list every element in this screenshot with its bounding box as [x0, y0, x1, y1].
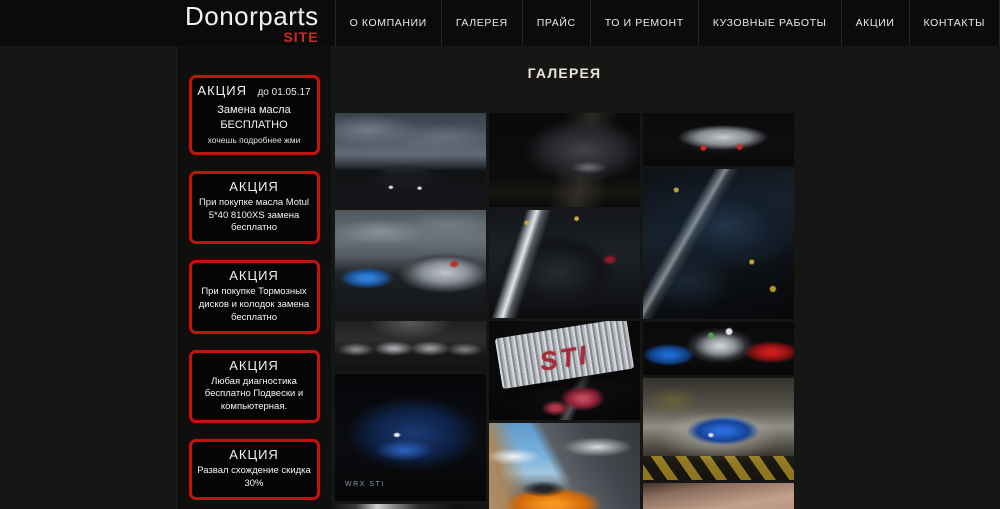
gallery-image-black-subaru-sky[interactable]: [335, 113, 486, 207]
nav-item-contacts[interactable]: КОНТАКТЫ: [909, 0, 1000, 46]
promo-head: АКЦИЯ: [195, 447, 314, 462]
gallery-image-silver-red-wheels[interactable]: [643, 113, 794, 166]
gallery-column-1: WRX STI: [335, 113, 486, 509]
gallery-image-warm-toned[interactable]: [643, 483, 794, 509]
sidebar: АКЦИЯ до 01.05.17 Замена масла БЕСПЛАТНО…: [176, 46, 331, 509]
promo-card-alignment[interactable]: АКЦИЯ Развал схождение скидка 30%: [189, 439, 320, 500]
promo-title: АКЦИЯ: [229, 268, 279, 283]
nav-item-about[interactable]: О КОМПАНИИ: [335, 0, 441, 46]
promo-text: Развал схождение скидка 30%: [195, 465, 314, 491]
header-spacer: [0, 0, 185, 46]
brand-name: Donorparts: [185, 3, 319, 29]
site-logo[interactable]: Donorparts SITE: [185, 0, 328, 46]
promo-card-brakes[interactable]: АКЦИЯ При покупке Тормозных дисков и кол…: [189, 260, 320, 333]
promo-text: Любая диагностика бесплатно Подвески и к…: [195, 376, 314, 414]
gallery-image-engine-strut[interactable]: [489, 210, 640, 318]
promo-title: АКЦИЯ: [229, 179, 279, 194]
page: Donorparts SITE О КОМПАНИИ ГАЛЕРЕЯ ПРАЙС…: [0, 0, 1000, 509]
gallery-image-cars-collision[interactable]: [643, 322, 794, 375]
page-title: ГАЛЕРЕЯ: [335, 65, 794, 81]
promo-title: АКЦИЯ: [229, 358, 279, 373]
main-nav: О КОМПАНИИ ГАЛЕРЕЯ ПРАЙС ТО И РЕМОНТ КУЗ…: [335, 0, 1000, 46]
nav-item-promotions[interactable]: АКЦИИ: [841, 0, 909, 46]
promo-cta: хочешь подробнее жми: [195, 135, 314, 146]
header: Donorparts SITE О КОМПАНИИ ГАЛЕРЕЯ ПРАЙС…: [0, 0, 1000, 46]
promo-title: АКЦИЯ: [197, 83, 247, 98]
promo-text: Замена масла БЕСПЛАТНО: [195, 103, 314, 133]
promo-head: АКЦИЯ до 01.05.17: [195, 83, 314, 100]
nav-item-bodywork[interactable]: КУЗОВНЫЕ РАБОТЫ: [698, 0, 841, 46]
main-content: ГАЛЕРЕЯ WRX STI STI: [332, 46, 1000, 509]
brand-subtitle: SITE: [283, 30, 318, 44]
gallery-image-blue-rally-subaru[interactable]: [643, 378, 794, 480]
promo-text: При покупке Тормозных дисков и колодок з…: [195, 286, 314, 324]
gallery-image-car-lineup[interactable]: [335, 321, 486, 371]
gallery-image-orange-car[interactable]: [489, 423, 640, 509]
gallery-image-blue-wrx-front[interactable]: WRX STI: [335, 374, 486, 501]
promo-head: АКЦИЯ: [195, 179, 314, 194]
promo-card-diagnostics[interactable]: АКЦИЯ Любая диагностика бесплатно Подвес…: [189, 350, 320, 423]
promo-title: АКЦИЯ: [229, 447, 279, 462]
promo-text: При покупке масла Motul 5*40 8100XS заме…: [195, 197, 314, 235]
wrx-sti-lettering: WRX STI: [345, 481, 385, 488]
gallery-column-2: STI: [489, 113, 640, 509]
gallery-image-blue-engine-bay[interactable]: [643, 169, 794, 319]
gallery-column-3: [643, 113, 794, 509]
promo-head: АКЦИЯ: [195, 358, 314, 373]
promo-card-oil-change[interactable]: АКЦИЯ до 01.05.17 Замена масла БЕСПЛАТНО…: [189, 75, 320, 155]
nav-item-price[interactable]: ПРАЙС: [522, 0, 590, 46]
gallery-image-blue-roadster[interactable]: [335, 210, 486, 318]
gallery-image-detail-strip[interactable]: [335, 504, 486, 509]
hazard-stripes: [643, 456, 794, 480]
gallery-image-dark-car-studio[interactable]: [489, 113, 640, 207]
promo-head: АКЦИЯ: [195, 268, 314, 283]
promo-list: АКЦИЯ до 01.05.17 Замена масла БЕСПЛАТНО…: [177, 46, 331, 509]
gallery-image-sti-intercooler[interactable]: STI: [489, 321, 640, 420]
gallery-grid: WRX STI STI: [335, 113, 794, 509]
promo-card-motul[interactable]: АКЦИЯ При покупке масла Motul 5*40 8100X…: [189, 171, 320, 244]
nav-item-gallery[interactable]: ГАЛЕРЕЯ: [441, 0, 522, 46]
promo-date: до 01.05.17: [257, 87, 310, 98]
nav-item-service[interactable]: ТО И РЕМОНТ: [590, 0, 698, 46]
